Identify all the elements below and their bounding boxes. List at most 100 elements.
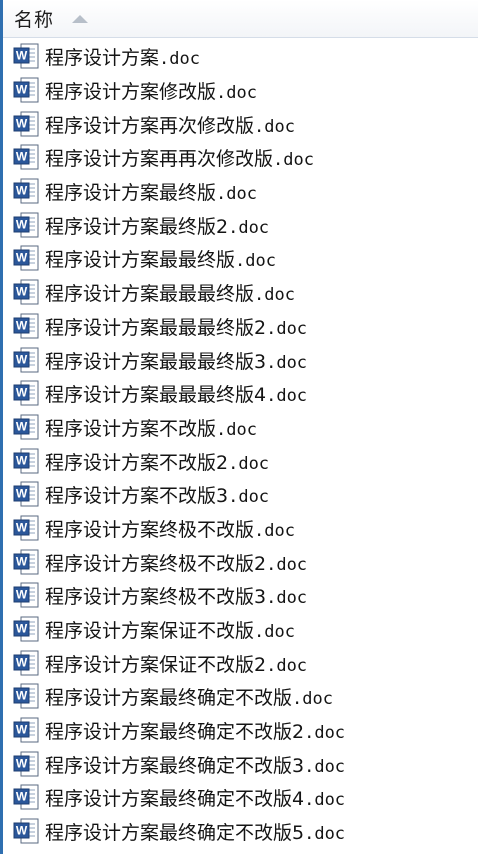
file-list-item[interactable]: W 程序设计方案不改版.doc [3, 411, 478, 445]
file-name: 程序设计方案不改版.doc [45, 414, 257, 441]
file-name: 程序设计方案最最最终版4.doc [45, 380, 307, 407]
file-name: 程序设计方案最终确定不改版3.doc [45, 751, 345, 778]
file-list-item[interactable]: W 程序设计方案再再次修改版.doc [3, 141, 478, 175]
svg-text:W: W [16, 487, 28, 501]
file-name: 程序设计方案终极不改版3.doc [45, 582, 307, 609]
svg-text:W: W [16, 520, 28, 534]
file-name: 程序设计方案最终版2.doc [45, 212, 269, 239]
file-name-base: 程序设计方案最终确定不改版4 [45, 788, 305, 811]
file-extension: .doc [216, 184, 257, 205]
file-list-item[interactable]: W 程序设计方案终极不改版.doc [3, 512, 478, 546]
file-list: W 程序设计方案.doc W 程序设计方案修改版.doc W 程序设计方案再次修… [3, 40, 478, 849]
file-extension: .doc [304, 824, 346, 845]
file-name: 程序设计方案最终确定不改版4.doc [45, 784, 345, 811]
file-extension: .doc [266, 352, 308, 373]
file-name-base: 程序设计方案最终确定不改版5 [45, 822, 305, 845]
file-name-base: 程序设计方案最终版 [45, 182, 217, 205]
file-extension: .doc [254, 622, 295, 643]
file-list-item[interactable]: W 程序设计方案保证不改版2.doc [3, 646, 478, 680]
file-list-item[interactable]: W 程序设计方案修改版.doc [3, 74, 478, 108]
file-name-base: 程序设计方案修改版 [45, 81, 217, 104]
column-header-name[interactable]: 名称 [3, 0, 478, 38]
file-extension: .doc [228, 487, 270, 508]
file-name: 程序设计方案再次修改版.doc [45, 111, 295, 138]
svg-text:W: W [16, 756, 28, 770]
word-document-icon: W [13, 111, 39, 137]
file-extension: .doc [228, 217, 270, 238]
file-list-item[interactable]: W 程序设计方案再次修改版.doc [3, 107, 478, 141]
file-extension: .doc [235, 251, 276, 272]
word-document-icon: W [13, 212, 39, 238]
file-name: 程序设计方案.doc [45, 43, 200, 70]
word-document-icon: W [13, 77, 39, 103]
file-list-item[interactable]: W 程序设计方案最终确定不改版3.doc [3, 747, 478, 781]
file-name: 程序设计方案最最终版.doc [45, 245, 276, 272]
file-name: 程序设计方案最终版.doc [45, 178, 257, 205]
file-name: 程序设计方案最最最终版2.doc [45, 313, 307, 340]
word-document-icon: W [13, 717, 39, 743]
file-extension: .doc [292, 689, 333, 710]
file-list-item[interactable]: W 程序设计方案不改版2.doc [3, 444, 478, 478]
file-list-item[interactable]: W 程序设计方案最终确定不改版2.doc [3, 714, 478, 748]
svg-text:W: W [16, 419, 28, 433]
file-list-item[interactable]: W 程序设计方案最终版2.doc [3, 208, 478, 242]
file-list-item[interactable]: W 程序设计方案最终版.doc [3, 175, 478, 209]
file-name-base: 程序设计方案最最终版 [45, 249, 236, 272]
file-list-item[interactable]: W 程序设计方案最终确定不改版5.doc [3, 815, 478, 849]
file-name-base: 程序设计方案最终确定不改版3 [45, 754, 305, 777]
file-list-item[interactable]: W 程序设计方案.doc [3, 40, 478, 74]
word-document-icon: W [13, 784, 39, 810]
file-name-base: 程序设计方案再次修改版 [45, 114, 255, 137]
file-name-base: 程序设计方案最终确定不改版2 [45, 721, 305, 744]
file-name: 程序设计方案最最最终版3.doc [45, 347, 307, 374]
file-name-base: 程序设计方案不改版 [45, 417, 217, 440]
file-list-item[interactable]: W 程序设计方案最最最终版.doc [3, 276, 478, 310]
file-list-item[interactable]: W 程序设计方案最终确定不改版4.doc [3, 781, 478, 815]
file-extension: .doc [266, 655, 308, 676]
svg-text:W: W [16, 217, 28, 231]
file-name-base: 程序设计方案不改版3 [45, 485, 229, 508]
file-name: 程序设计方案终极不改版.doc [45, 515, 295, 542]
word-document-icon: W [13, 347, 39, 373]
file-extension: .doc [266, 318, 308, 339]
file-list-item[interactable]: W 程序设计方案最终确定不改版.doc [3, 680, 478, 714]
svg-text:W: W [16, 318, 28, 332]
file-name: 程序设计方案保证不改版.doc [45, 616, 295, 643]
svg-text:W: W [16, 655, 28, 669]
file-extension: .doc [254, 285, 295, 306]
file-extension: .doc [304, 723, 346, 744]
svg-text:W: W [16, 150, 28, 164]
file-list-item[interactable]: W 程序设计方案最最最终版3.doc [3, 343, 478, 377]
file-name: 程序设计方案终极不改版2.doc [45, 549, 307, 576]
file-name-base: 程序设计方案最最最终版2 [45, 316, 267, 339]
file-extension: .doc [254, 520, 295, 541]
file-name-base: 程序设计方案最最最终版3 [45, 350, 267, 373]
file-name: 程序设计方案最终确定不改版.doc [45, 683, 333, 710]
file-name-base: 程序设计方案最终版2 [45, 215, 229, 238]
word-document-icon: W [13, 448, 39, 474]
file-extension: .doc [159, 49, 200, 70]
file-extension: .doc [266, 554, 308, 575]
file-list-item[interactable]: W 程序设计方案最最最终版4.doc [3, 377, 478, 411]
file-list-item[interactable]: W 程序设计方案最最终版.doc [3, 242, 478, 276]
word-document-icon: W [13, 683, 39, 709]
word-document-icon: W [13, 616, 39, 642]
file-name-base: 程序设计方案不改版2 [45, 451, 229, 474]
file-name-base: 程序设计方案再再次修改版 [45, 148, 274, 171]
svg-text:W: W [16, 285, 28, 299]
svg-text:W: W [16, 386, 28, 400]
file-extension: .doc [273, 150, 314, 171]
file-extension: .doc [216, 419, 257, 440]
file-list-item[interactable]: W 程序设计方案最最最终版2.doc [3, 310, 478, 344]
file-name-base: 程序设计方案 [45, 47, 160, 70]
file-list-item[interactable]: W 程序设计方案终极不改版3.doc [3, 579, 478, 613]
word-document-icon: W [13, 818, 39, 844]
svg-text:W: W [16, 689, 28, 703]
file-list-item[interactable]: W 程序设计方案不改版3.doc [3, 478, 478, 512]
file-name: 程序设计方案再再次修改版.doc [45, 144, 314, 171]
svg-text:W: W [16, 251, 28, 265]
file-extension: .doc [304, 756, 346, 777]
file-extension: .doc [304, 790, 346, 811]
file-list-item[interactable]: W 程序设计方案终极不改版2.doc [3, 545, 478, 579]
file-list-item[interactable]: W 程序设计方案保证不改版.doc [3, 613, 478, 647]
